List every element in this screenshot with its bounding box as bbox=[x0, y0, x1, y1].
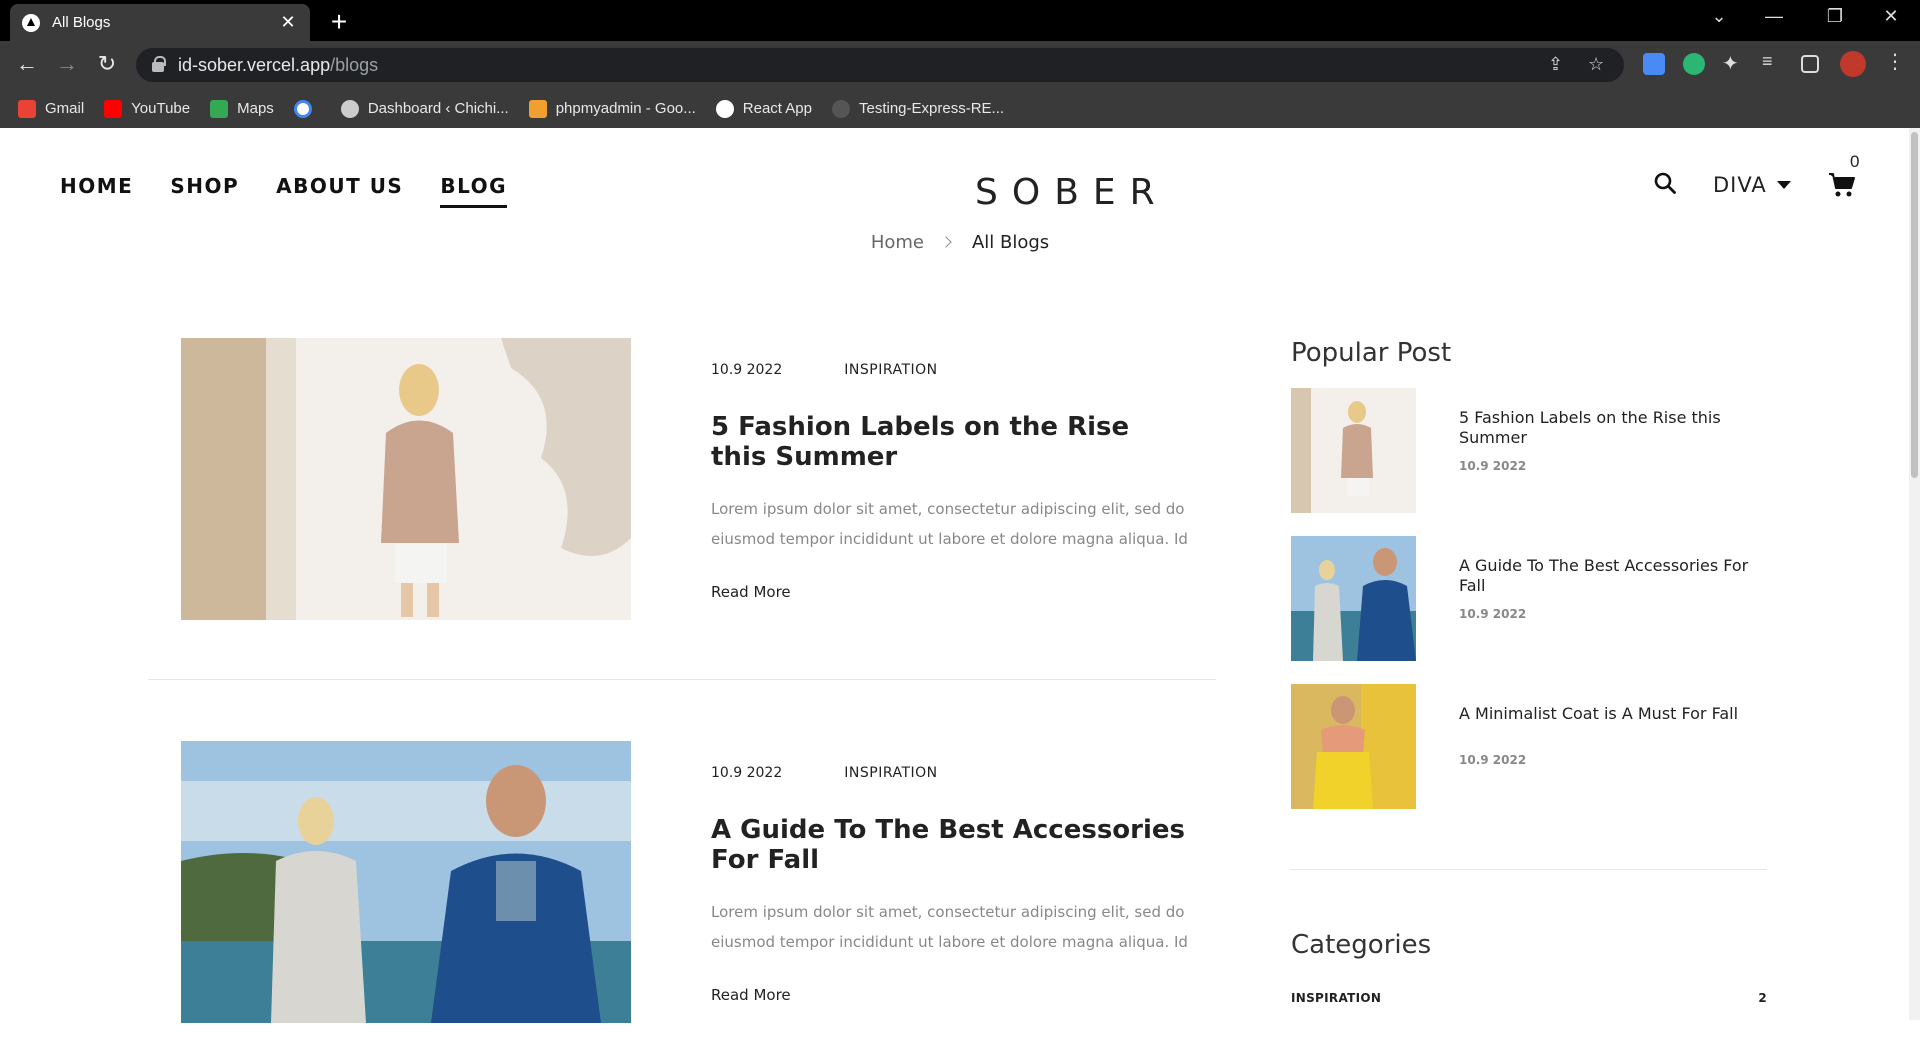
popular-post-date: 10.9 2022 bbox=[1459, 607, 1527, 621]
blog-post-card: 10.9 2022 INSPIRATION A Guide To The Bes… bbox=[148, 741, 1216, 1041]
profile-avatar[interactable] bbox=[1840, 51, 1866, 77]
site-favicon-icon bbox=[22, 13, 40, 32]
tab-close-icon[interactable]: ✕ bbox=[278, 12, 298, 33]
side-panel-icon[interactable] bbox=[1801, 55, 1819, 73]
bookmarks-bar: Gmail YouTube Maps Dashboard ‹ Chichi...… bbox=[0, 89, 1920, 128]
read-more-link[interactable]: Read More bbox=[711, 986, 791, 1004]
extensions-puzzle-icon[interactable]: ✦ bbox=[1722, 51, 1744, 75]
tab-title: All Blogs bbox=[52, 14, 111, 31]
chevron-right-icon bbox=[940, 236, 952, 248]
bookmark-phpmyadmin[interactable]: phpmyadmin - Goo... bbox=[528, 99, 696, 118]
github-icon bbox=[832, 99, 850, 118]
bookmark-dashboard[interactable]: Dashboard ‹ Chichi... bbox=[340, 99, 509, 118]
main-nav: HOME SHOP ABOUT US BLOG bbox=[60, 174, 507, 208]
breadcrumb-current: All Blogs bbox=[971, 232, 1050, 253]
bookmark-youtube[interactable]: YouTube bbox=[104, 99, 190, 118]
currency-label: DIVA bbox=[1713, 173, 1767, 197]
popular-post-date: 10.9 2022 bbox=[1459, 753, 1527, 767]
nav-home[interactable]: HOME bbox=[60, 174, 133, 208]
youtube-icon bbox=[104, 99, 123, 118]
lock-icon bbox=[152, 56, 166, 72]
post-image[interactable] bbox=[181, 338, 631, 620]
sidebar-divider bbox=[1291, 869, 1767, 870]
popular-post-title[interactable]: 5 Fashion Labels on the Rise this Summer bbox=[1459, 408, 1759, 448]
phpmyadmin-icon bbox=[528, 99, 547, 118]
categories-heading: Categories bbox=[1291, 930, 1432, 960]
nav-about-us[interactable]: ABOUT US bbox=[276, 174, 403, 208]
chrome-menu-icon[interactable]: ⋮ bbox=[1885, 49, 1907, 73]
reload-button[interactable]: ↻ bbox=[92, 51, 122, 77]
category-name[interactable]: INSPIRATION bbox=[1291, 991, 1381, 1005]
post-image[interactable] bbox=[181, 741, 631, 1023]
read-more-link[interactable]: Read More bbox=[711, 583, 791, 601]
nav-blog[interactable]: BLOG bbox=[440, 174, 507, 208]
bookmark-star-icon[interactable]: ☆ bbox=[1588, 54, 1604, 75]
popular-post-thumbnail[interactable] bbox=[1291, 536, 1416, 661]
bookmark-testing-express[interactable]: Testing-Express-RE... bbox=[832, 99, 1004, 118]
globe-icon bbox=[340, 99, 359, 118]
popular-post-item[interactable]: A Minimalist Coat is A Must For Fall 10.… bbox=[1291, 684, 1767, 809]
minimize-button[interactable]: — bbox=[1759, 6, 1789, 27]
post-divider bbox=[148, 679, 1216, 680]
address-bar[interactable]: id-sober.vercel.app/blogs ⇪ ☆ bbox=[136, 48, 1624, 82]
post-date: 10.9 2022 bbox=[711, 765, 783, 781]
browser-toolbar: ← → ↻ id-sober.vercel.app/blogs ⇪ ☆ ✦ ≡ … bbox=[0, 41, 1920, 89]
post-title[interactable]: 5 Fashion Labels on the Rise this Summer bbox=[711, 412, 1191, 472]
category-item[interactable]: INSPIRATION 2 bbox=[1291, 991, 1767, 1005]
page-viewport: HOME SHOP ABOUT US BLOG SOBER DIVA 0 Hom… bbox=[0, 128, 1920, 1023]
browser-tab-active[interactable]: All Blogs ✕ bbox=[10, 4, 310, 41]
new-tab-button[interactable]: + bbox=[324, 6, 354, 38]
post-category[interactable]: INSPIRATION bbox=[844, 362, 937, 378]
popular-post-thumbnail[interactable] bbox=[1291, 388, 1416, 513]
popular-post-date: 10.9 2022 bbox=[1459, 459, 1527, 473]
popular-post-title[interactable]: A Minimalist Coat is A Must For Fall bbox=[1459, 704, 1759, 724]
scrollbar-thumb[interactable] bbox=[1911, 132, 1918, 478]
popular-post-title[interactable]: A Guide To The Best Accessories For Fall bbox=[1459, 556, 1759, 596]
site-logo[interactable]: SOBER bbox=[975, 172, 1169, 213]
search-icon[interactable] bbox=[1654, 172, 1676, 194]
bookmark-gmail[interactable]: Gmail bbox=[18, 99, 84, 118]
restore-button[interactable]: ❐ bbox=[1820, 6, 1850, 27]
category-count: 2 bbox=[1758, 991, 1767, 1005]
popular-post-item[interactable]: 5 Fashion Labels on the Rise this Summer… bbox=[1291, 388, 1767, 513]
bookmark-google[interactable] bbox=[293, 99, 321, 118]
url-path: /blogs bbox=[330, 54, 379, 75]
breadcrumb: Home All Blogs bbox=[0, 232, 1920, 253]
post-title[interactable]: A Guide To The Best Accessories For Fall bbox=[711, 815, 1191, 875]
media-control-icon[interactable]: ≡ bbox=[1762, 51, 1784, 73]
google-icon bbox=[293, 99, 312, 118]
popular-post-heading: Popular Post bbox=[1291, 338, 1452, 368]
post-date: 10.9 2022 bbox=[711, 362, 783, 378]
cart-count: 0 bbox=[1850, 152, 1860, 171]
blog-post-card: 10.9 2022 INSPIRATION 5 Fashion Labels o… bbox=[148, 338, 1216, 638]
breadcrumb-home[interactable]: Home bbox=[871, 232, 924, 253]
popular-post-thumbnail[interactable] bbox=[1291, 684, 1416, 809]
url-host: id-sober.vercel.app bbox=[178, 54, 331, 75]
extension-docs-icon[interactable] bbox=[1643, 53, 1665, 75]
post-meta: 10.9 2022 INSPIRATION bbox=[711, 765, 938, 781]
post-excerpt: Lorem ipsum dolor sit amet, consectetur … bbox=[711, 903, 1188, 951]
popular-post-item[interactable]: A Guide To The Best Accessories For Fall… bbox=[1291, 536, 1767, 661]
nav-shop[interactable]: SHOP bbox=[170, 174, 239, 208]
extension-green-icon[interactable] bbox=[1683, 53, 1705, 75]
cart-icon[interactable] bbox=[1828, 172, 1856, 198]
post-category[interactable]: INSPIRATION bbox=[844, 765, 937, 781]
tab-search-chevron-icon[interactable]: ⌄ bbox=[1704, 6, 1734, 27]
post-meta: 10.9 2022 INSPIRATION bbox=[711, 362, 938, 378]
forward-button[interactable]: → bbox=[52, 51, 82, 77]
post-excerpt: Lorem ipsum dolor sit amet, consectetur … bbox=[711, 500, 1188, 548]
bookmark-react-app[interactable]: React App bbox=[715, 99, 812, 118]
caret-down-icon bbox=[1776, 181, 1791, 189]
share-icon[interactable]: ⇪ bbox=[1548, 54, 1563, 75]
back-button[interactable]: ← bbox=[12, 51, 42, 77]
close-window-button[interactable]: ✕ bbox=[1876, 6, 1906, 27]
gmail-icon bbox=[18, 99, 36, 118]
bookmark-maps[interactable]: Maps bbox=[210, 99, 274, 118]
maps-icon bbox=[210, 99, 229, 118]
currency-switcher[interactable]: DIVA bbox=[1713, 173, 1791, 197]
browser-tab-strip: All Blogs ✕ + ⌄ — ❐ ✕ bbox=[0, 0, 1920, 41]
page-scrollbar[interactable] bbox=[1909, 128, 1920, 1020]
react-app-icon bbox=[715, 99, 734, 118]
